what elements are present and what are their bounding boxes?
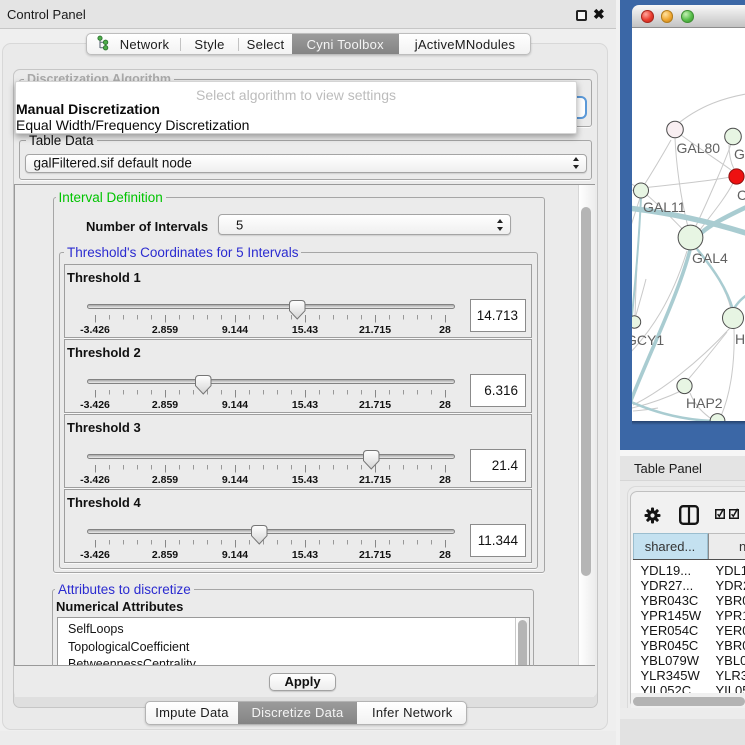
svg-text:C: C xyxy=(737,187,745,203)
svg-text:GAL11: GAL11 xyxy=(643,199,686,215)
svg-text:GA: GA xyxy=(734,146,745,162)
svg-text:HAP2: HAP2 xyxy=(686,395,723,411)
svg-text:GCY1: GCY1 xyxy=(632,332,664,348)
svg-text:H: H xyxy=(735,331,745,347)
svg-text:GAL80: GAL80 xyxy=(677,140,721,156)
svg-text:GAL4: GAL4 xyxy=(692,250,728,266)
